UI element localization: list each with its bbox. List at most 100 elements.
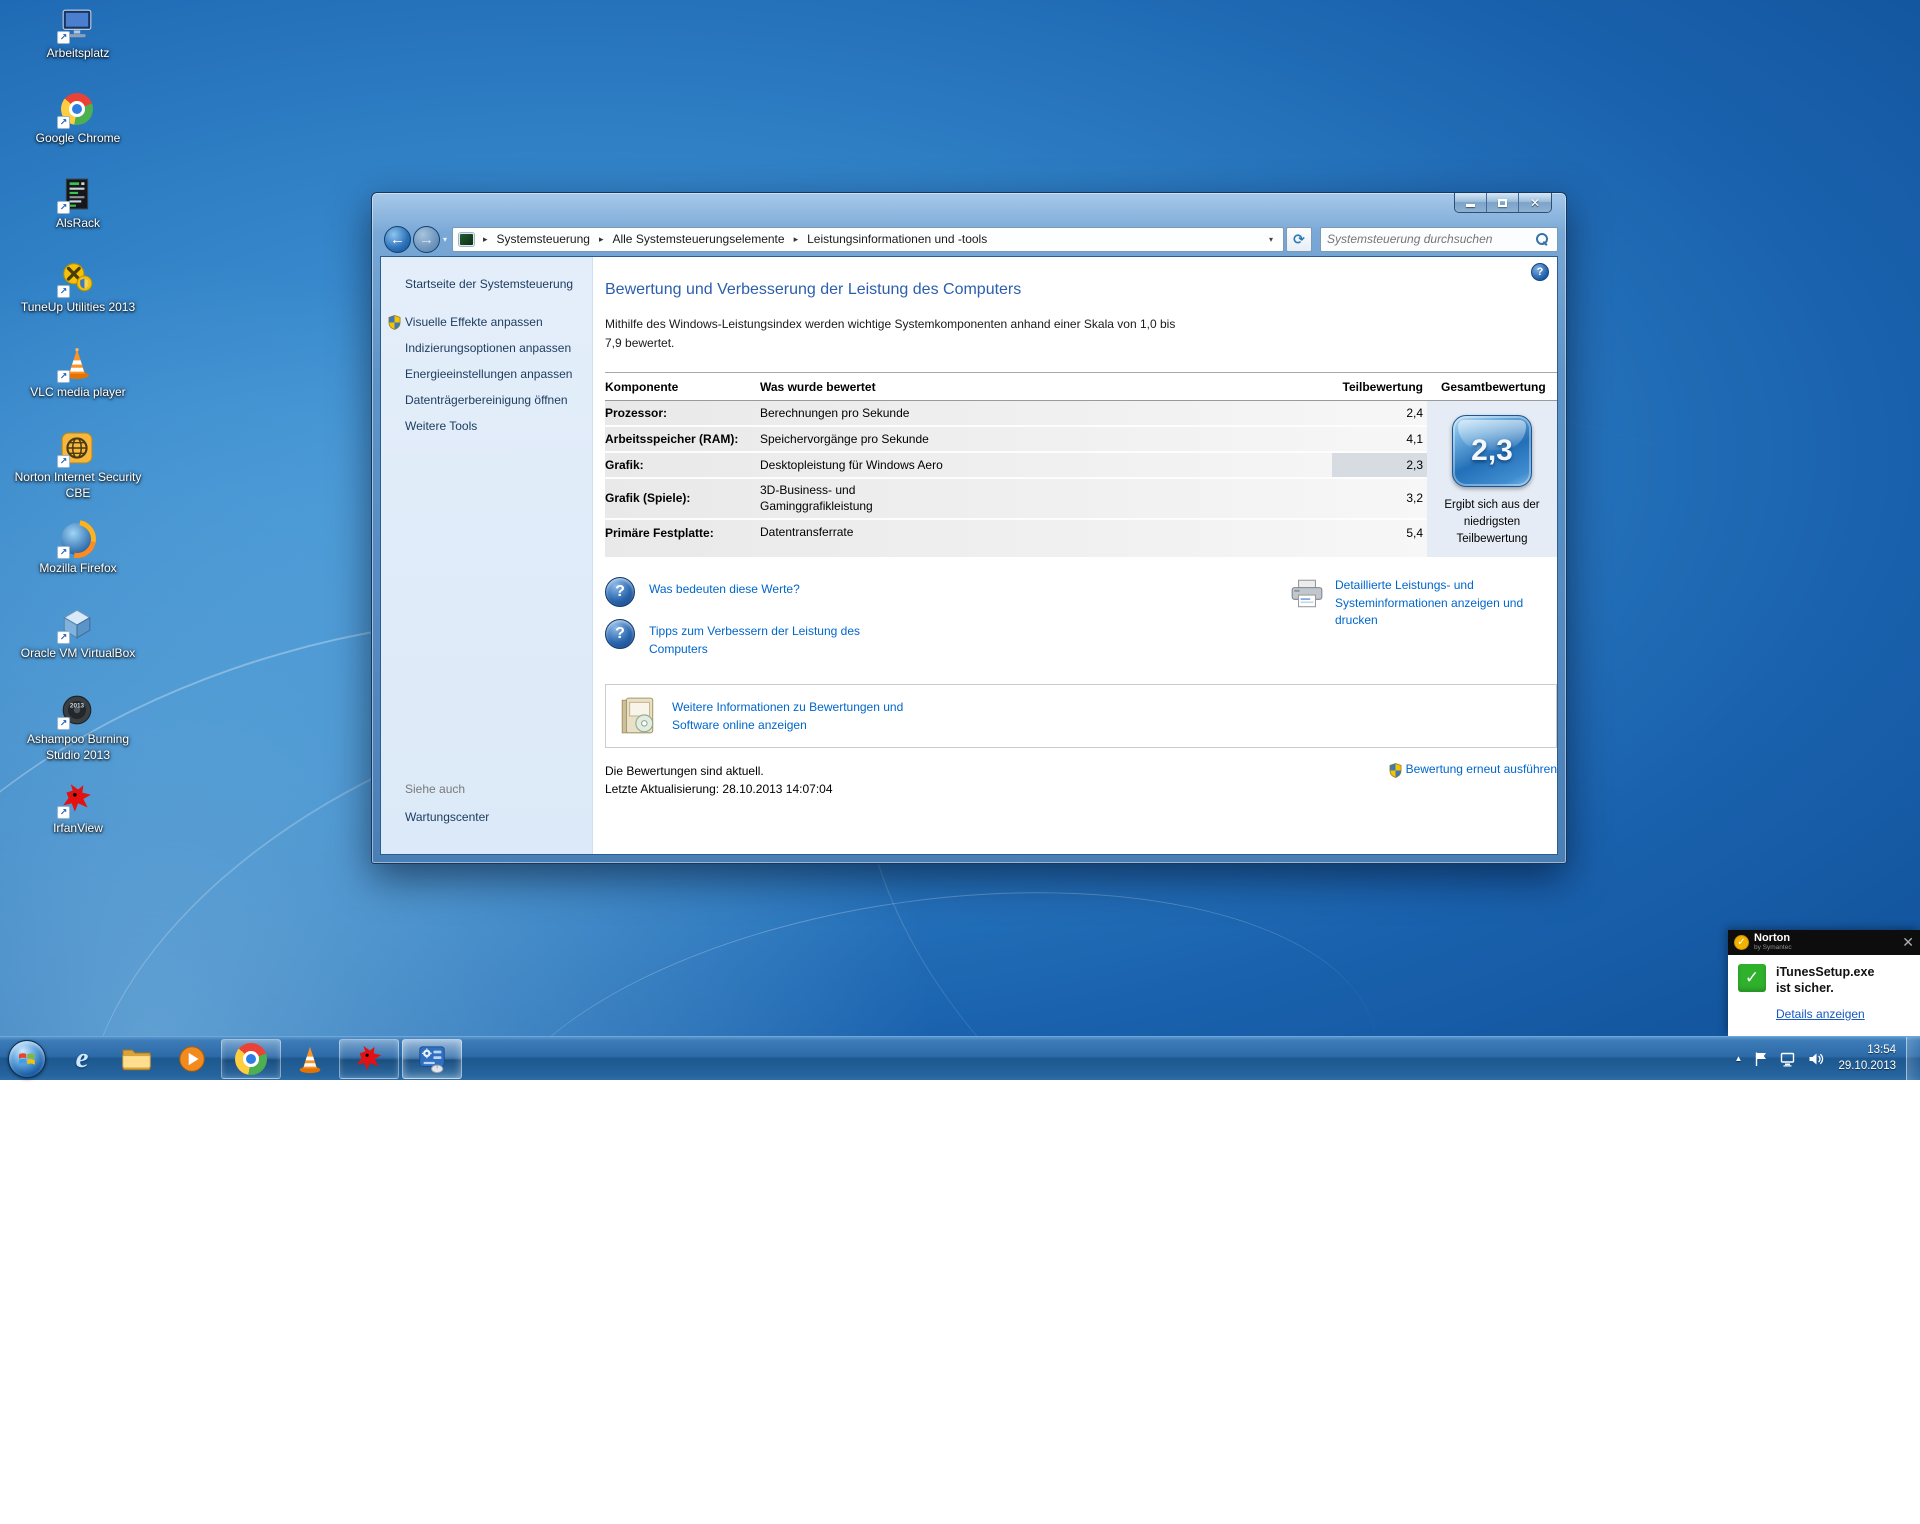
action-center-flag-icon[interactable] bbox=[1754, 1051, 1768, 1067]
maximize-icon bbox=[1498, 199, 1507, 207]
tray-show-hidden-icons[interactable]: ▲ bbox=[1729, 1048, 1749, 1069]
component-name: Grafik: bbox=[605, 458, 760, 472]
help-button[interactable]: ? bbox=[1531, 263, 1549, 281]
system-tray: ▲ 13:54 29.10.2013 bbox=[1729, 1037, 1920, 1081]
desktop-icon-arbeitsplatz[interactable]: ↗ Arbeitsplatz bbox=[14, 6, 142, 62]
desktop-icon-irfanview[interactable]: ↗ IrfanView bbox=[14, 781, 142, 837]
desktop-icon-label: AlsRack bbox=[14, 216, 142, 232]
norton-details-link[interactable]: Details anzeigen bbox=[1776, 1007, 1910, 1021]
taskbar-performance-tools-active[interactable] bbox=[402, 1039, 462, 1079]
taskbar-windows-explorer[interactable] bbox=[111, 1039, 163, 1079]
column-header-komponente: Komponente bbox=[605, 380, 760, 394]
search-input[interactable] bbox=[1321, 232, 1536, 246]
help-question-icon: ? bbox=[605, 577, 635, 607]
desktop-icon-label: Google Chrome bbox=[14, 131, 142, 147]
maximize-button[interactable] bbox=[1487, 193, 1519, 212]
taskbar-internet-explorer[interactable]: e bbox=[56, 1039, 108, 1079]
sidebar-item-indizierungsoptionen[interactable]: Indizierungsoptionen anpassen bbox=[405, 341, 582, 355]
link-what-do-values-mean[interactable]: ? Was bedeuten diese Werte? bbox=[605, 577, 1045, 607]
desktop-icon-firefox[interactable]: ↗ Mozilla Firefox bbox=[14, 521, 142, 577]
show-desktop-button[interactable] bbox=[1906, 1037, 1920, 1081]
sidebar-task-label: Energieeinstellungen anpassen bbox=[405, 367, 572, 381]
sidebar-item-home[interactable]: Startseite der Systemsteuerung bbox=[405, 277, 592, 291]
shortcut-arrow-icon: ↗ bbox=[57, 285, 70, 298]
column-header-gesamtbewertung: Gesamtbewertung bbox=[1427, 380, 1557, 394]
sidebar-item-datentraegerbereinigung[interactable]: Datenträgerbereinigung öffnen bbox=[405, 393, 582, 407]
component-name: Primäre Festplatte: bbox=[605, 526, 760, 540]
link-performance-tips[interactable]: ? Tipps zum Verbessern der Leistung des … bbox=[605, 619, 1045, 658]
sidebar: Startseite der Systemsteuerung Visuelle … bbox=[381, 257, 593, 854]
sidebar-task-label: Visuelle Effekte anpassen bbox=[405, 315, 543, 329]
refresh-button[interactable]: ⟳ bbox=[1286, 227, 1312, 252]
desktop-icon-google-chrome[interactable]: ↗ Google Chrome bbox=[14, 91, 142, 147]
network-icon[interactable] bbox=[1780, 1051, 1796, 1067]
component-score: 5,4 bbox=[1332, 520, 1427, 546]
sidebar-item-energieeinstellungen[interactable]: Energieeinstellungen anpassen bbox=[405, 367, 582, 381]
forward-button[interactable]: → bbox=[413, 226, 440, 253]
breadcrumb-chevron-icon[interactable]: ▸ bbox=[476, 234, 495, 245]
breadcrumb-chevron-icon[interactable]: ▸ bbox=[592, 234, 611, 245]
link-rerun-assessment[interactable]: Bewertung erneut ausführen bbox=[1389, 762, 1557, 798]
table-row: Grafik (Spiele): 3D-Business- und Gaming… bbox=[605, 479, 1427, 519]
intro-line1: Mithilfe des Windows-Leistungsindex werd… bbox=[605, 317, 1175, 331]
norton-popup-body: ✓ iTunesSetup.exe ist sicher. Details an… bbox=[1728, 955, 1920, 1021]
sidebar-item-visuelle-effekte[interactable]: Visuelle Effekte anpassen bbox=[405, 315, 582, 329]
recent-pages-dropdown[interactable]: ▾ bbox=[443, 235, 447, 244]
breadcrumb-item-alle-elemente[interactable]: Alle Systemsteuerungselemente bbox=[610, 230, 786, 248]
address-dropdown-icon[interactable]: ▾ bbox=[1263, 235, 1279, 244]
windows-flag-icon bbox=[17, 1049, 37, 1069]
shortcut-arrow-icon: ↗ bbox=[57, 546, 70, 559]
start-button[interactable] bbox=[8, 1040, 46, 1078]
taskbar-windows-media-player[interactable] bbox=[166, 1039, 218, 1079]
taskbar-google-chrome[interactable] bbox=[221, 1039, 281, 1079]
table-body: Prozessor: Berechnungen pro Sekunde 2,4 … bbox=[605, 401, 1557, 557]
software-box-icon bbox=[618, 695, 658, 737]
wallpaper-swoosh bbox=[457, 839, 1404, 1360]
component-score-lowest: 2,3 bbox=[1332, 453, 1427, 477]
media-player-icon bbox=[177, 1044, 207, 1074]
desktop-icon-ashampoo[interactable]: 2013 ↗ Ashampoo Burning Studio 2013 bbox=[14, 692, 142, 763]
search-icon[interactable] bbox=[1536, 233, 1549, 246]
norton-close-icon[interactable]: ✕ bbox=[1902, 934, 1914, 951]
desktop-icon-vlc[interactable]: ↗ VLC media player bbox=[14, 345, 142, 401]
base-score-panel: 2,3 Ergibt sich aus der niedrigsten Teil… bbox=[1427, 401, 1557, 557]
column-header-teilbewertung: Teilbewertung bbox=[1332, 380, 1427, 394]
component-assessed: 3D-Business- und Gaminggrafikleistung bbox=[760, 479, 1332, 517]
chrome-icon bbox=[235, 1041, 267, 1077]
link-more-info-online[interactable]: Weitere Informationen zu Bewertungen und… bbox=[605, 684, 1557, 748]
component-name: Grafik (Spiele): bbox=[605, 491, 760, 505]
desktop-icon-alsrack[interactable]: ↗ AlsRack bbox=[14, 176, 142, 232]
breadcrumb-item-leistungsinformationen[interactable]: Leistungsinformationen und -tools bbox=[805, 230, 989, 248]
norton-brand: Norton bbox=[1754, 933, 1792, 944]
back-button[interactable]: ← bbox=[384, 226, 411, 253]
breadcrumb-chevron-icon[interactable]: ▸ bbox=[787, 234, 806, 245]
norton-popup-header: ✓ Norton by Symantec ✕ bbox=[1728, 930, 1920, 955]
taskbar-irfanview[interactable] bbox=[339, 1039, 399, 1079]
taskbar-vlc[interactable] bbox=[284, 1039, 336, 1079]
desktop-icon-label: Arbeitsplatz bbox=[14, 46, 142, 62]
component-score: 3,2 bbox=[1332, 479, 1427, 517]
desktop-icon-label: Oracle VM VirtualBox bbox=[14, 646, 142, 662]
minimize-button[interactable] bbox=[1455, 193, 1487, 212]
component-assessed: Desktopleistung für Windows Aero bbox=[760, 454, 1332, 476]
breadcrumb-item-systemsteuerung[interactable]: Systemsteuerung bbox=[495, 230, 592, 248]
desktop-icon-norton[interactable]: ↗ Norton Internet Security CBE bbox=[14, 430, 142, 501]
desktop-icon-virtualbox[interactable]: ↗ Oracle VM VirtualBox bbox=[14, 606, 142, 662]
performance-tools-icon bbox=[417, 1044, 447, 1074]
main-content: ? Bewertung und Verbesserung der Leistun… bbox=[593, 257, 1557, 854]
link-detailed-info[interactable]: Detaillierte Leistungs- und Systeminform… bbox=[1289, 577, 1539, 670]
desktop-icon-tuneup[interactable]: ↗ TuneUp Utilities 2013 bbox=[14, 260, 142, 316]
sidebar-item-weitere-tools[interactable]: Weitere Tools bbox=[405, 419, 582, 433]
desktop-icon-label: IrfanView bbox=[14, 821, 142, 837]
breadcrumb[interactable]: ▸ Systemsteuerung ▸ Alle Systemsteuerung… bbox=[452, 227, 1284, 252]
uac-shield-icon bbox=[388, 315, 401, 330]
desktop-icon-column: ↗ Arbeitsplatz ↗ Google Chrome ↗ AlsRack… bbox=[14, 0, 142, 900]
volume-icon[interactable] bbox=[1808, 1052, 1824, 1066]
table-row: Prozessor: Berechnungen pro Sekunde 2,4 bbox=[605, 401, 1427, 427]
intro-text: Mithilfe des Windows-Leistungsindex werd… bbox=[605, 315, 1541, 352]
close-button[interactable]: ✕ bbox=[1519, 193, 1551, 212]
svg-text:2013: 2013 bbox=[70, 702, 85, 709]
score-rows: Prozessor: Berechnungen pro Sekunde 2,4 … bbox=[605, 401, 1427, 557]
taskbar-clock[interactable]: 13:54 29.10.2013 bbox=[1838, 1043, 1896, 1074]
sidebar-item-wartungscenter[interactable]: Wartungscenter bbox=[405, 810, 489, 824]
